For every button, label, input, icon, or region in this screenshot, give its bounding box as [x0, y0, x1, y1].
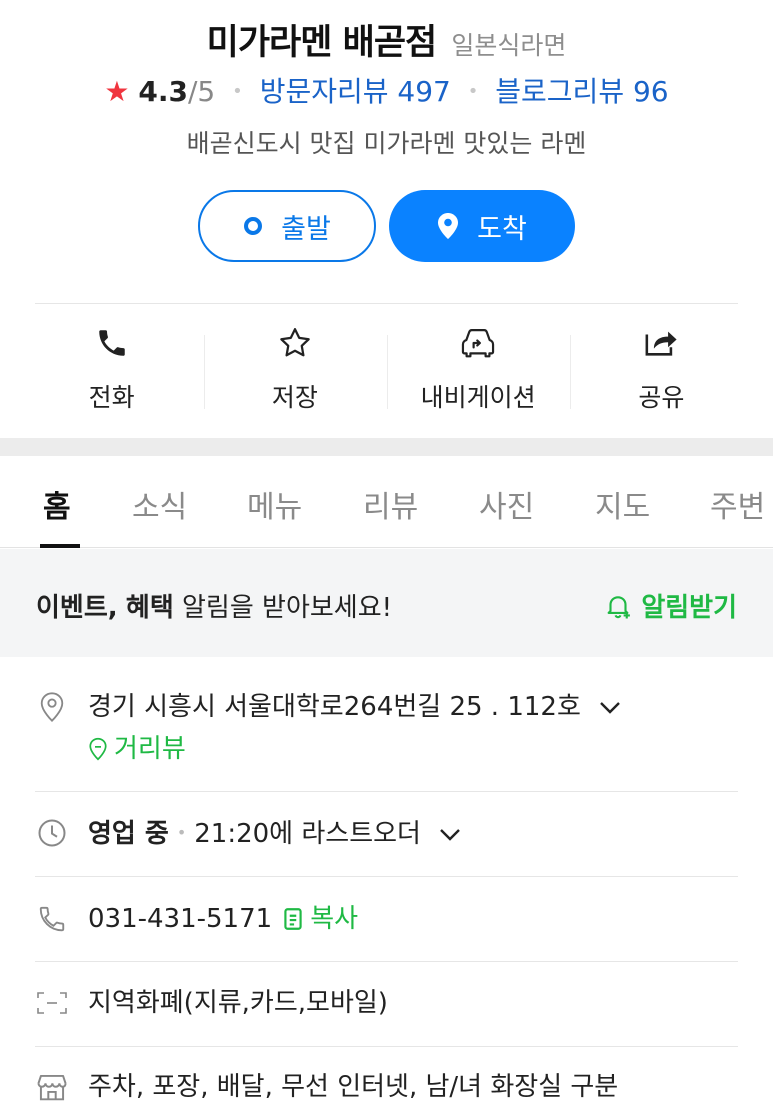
notice-bold-benefits: 혜택 [125, 593, 174, 623]
address-value: 경기 시흥시 서울대학로264번길 25 . 112호 [88, 692, 581, 722]
divider [35, 1046, 738, 1047]
notice-bold-events: 이벤트, [36, 593, 118, 623]
phone-number[interactable]: 031-431-5171 [88, 902, 272, 936]
separator-dot: • [176, 823, 187, 842]
tab-map[interactable]: 지도 [595, 482, 650, 526]
phone-row: 031-431-5171 복사 [36, 902, 738, 938]
payment-text: 지역화폐(지류,카드,모바일) [88, 988, 388, 1018]
copy-icon [284, 908, 302, 930]
tab-bar: 홈 소식 메뉴 리뷰 사진 지도 주변 [0, 456, 773, 548]
chevron-down-icon [440, 828, 461, 841]
divider [35, 876, 738, 877]
divider [35, 961, 738, 962]
place-category: 일본식라면 [451, 31, 567, 60]
chevron-down-icon [600, 701, 621, 714]
tab-news[interactable]: 소식 [132, 482, 187, 526]
notice-text: 이벤트, 혜택 알림을 받아보세요! [36, 587, 392, 624]
phone-outline-icon [36, 902, 68, 936]
separator-dot: • [232, 81, 243, 102]
depart-button[interactable]: 출발 [198, 190, 376, 262]
street-view-link[interactable]: 거리뷰 [88, 732, 186, 766]
address-text[interactable]: 경기 시흥시 서울대학로264번길 25 . 112호 [88, 690, 621, 724]
store-icon [36, 1070, 68, 1104]
separator-dot: • [467, 81, 479, 102]
divider [35, 303, 738, 304]
share-label: 공유 [638, 383, 685, 412]
payment-row: 지역화폐(지류,카드,모바일) [36, 986, 738, 1022]
star-icon: ★ [104, 75, 130, 108]
notice-rest: 알림을 받아보세요! [182, 593, 393, 623]
car-navigation-icon [459, 320, 497, 366]
bell-plus-icon [607, 595, 631, 618]
place-header: 미가라멘 배곧점 일본식라면 ★ 4.3/5 • 방문자리뷰 497 • 블로그… [0, 0, 773, 440]
place-description: 배곧신도시 맛집 미가라멘 맛있는 라멘 [186, 129, 587, 158]
tab-menu[interactable]: 메뉴 [247, 482, 302, 526]
clock-icon [36, 816, 68, 850]
street-view-pin-icon [89, 737, 107, 761]
divider [35, 791, 738, 792]
depart-label: 출발 [281, 213, 331, 245]
section-gap [0, 438, 773, 456]
share-icon [642, 320, 680, 366]
navigation-action[interactable]: 내비게이션 [387, 320, 570, 420]
tab-reviews[interactable]: 리뷰 [363, 482, 418, 526]
active-tab-indicator [40, 544, 80, 548]
subscribe-alerts-label: 알림받기 [641, 593, 737, 623]
card-scan-icon [36, 986, 68, 1020]
location-outline-icon [36, 690, 68, 724]
share-action[interactable]: 공유 [570, 320, 753, 420]
address-row: 경기 시흥시 서울대학로264번길 25 . 112호 거리뷰 [36, 690, 738, 770]
action-bar: 전화 저장 내비게이션 공유 [20, 320, 753, 420]
notification-banner: 이벤트, 혜택 알림을 받아보세요! 알림받기 [0, 549, 773, 657]
open-status: 영업 중 [88, 819, 169, 849]
phone-icon [95, 320, 129, 366]
location-pin-icon [437, 212, 459, 240]
amenities-row: 주차, 포장, 배달, 무선 인터넷, 남/녀 화장실 구분 [36, 1070, 738, 1106]
visitor-reviews-link[interactable]: 방문자리뷰 497 [260, 75, 451, 108]
copy-phone-button[interactable]: 복사 [282, 902, 358, 936]
arrive-button[interactable]: 도착 [389, 190, 575, 262]
street-view-label: 거리뷰 [114, 734, 186, 764]
title-row: 미가라멘 배곧점 일본식라면 [0, 14, 773, 65]
phone-text: 031-431-5171 복사 [88, 902, 358, 936]
star-outline-icon [277, 320, 313, 366]
rating-score: 4.3 [138, 75, 188, 108]
save-action[interactable]: 저장 [203, 320, 386, 420]
copy-label: 복사 [310, 904, 359, 934]
tab-nearby[interactable]: 주변 [710, 482, 765, 526]
arrive-label: 도착 [477, 213, 527, 245]
tab-home[interactable]: 홈 [43, 482, 71, 526]
hours-row[interactable]: 영업 중 • 21:20에 라스트오더 [36, 816, 738, 852]
amenities-text: 주차, 포장, 배달, 무선 인터넷, 남/녀 화장실 구분 [88, 1072, 619, 1102]
call-action[interactable]: 전화 [20, 320, 203, 420]
rating-max: /5 [188, 75, 216, 108]
last-order-text: 21:20에 라스트오더 [194, 819, 421, 849]
tab-photos[interactable]: 사진 [479, 482, 534, 526]
hours-text: 영업 중 • 21:20에 라스트오더 [88, 816, 461, 851]
navigation-label: 내비게이션 [420, 383, 536, 412]
place-title: 미가라멘 배곧점 [206, 23, 438, 63]
rating-row: ★ 4.3/5 • 방문자리뷰 497 • 블로그리뷰 96 [0, 70, 773, 110]
blog-reviews-link[interactable]: 블로그리뷰 96 [495, 75, 668, 108]
save-label: 저장 [271, 383, 318, 412]
subscribe-alerts-button[interactable]: 알림받기 [603, 587, 737, 624]
call-label: 전화 [88, 383, 135, 412]
origin-dot-icon [243, 216, 263, 236]
